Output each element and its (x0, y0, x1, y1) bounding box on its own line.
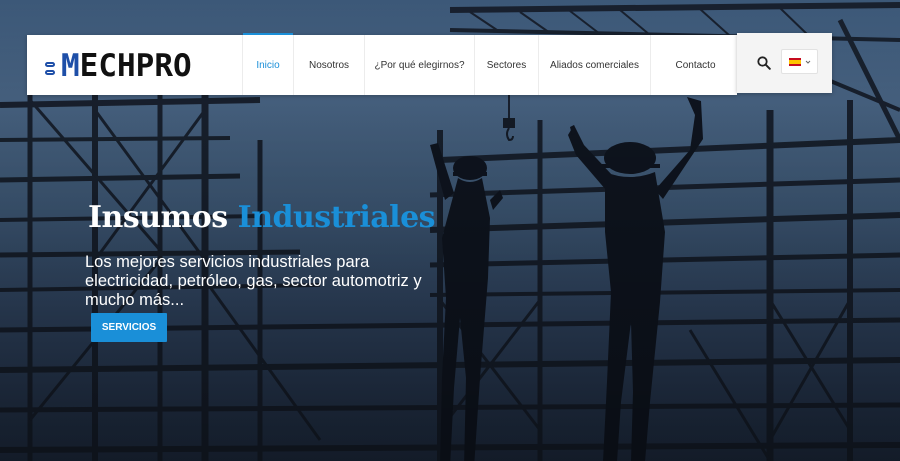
search-icon[interactable] (757, 56, 771, 70)
logo-wordmark: MECHPRO (61, 48, 192, 84)
nav-item-nosotros[interactable]: Nosotros (293, 35, 364, 95)
language-selector[interactable] (781, 49, 818, 74)
main-nav: Inicio Nosotros ¿Por qué elegirnos? Sect… (242, 33, 740, 95)
hero-subtitle: Los mejores servicios industriales para … (85, 253, 422, 309)
spain-flag-icon (788, 57, 801, 66)
mechpro-logo[interactable]: MECHPRO (45, 48, 192, 84)
hero-title: Insumos Industriales (88, 200, 436, 235)
nav-item-inicio[interactable]: Inicio (242, 33, 293, 95)
servicios-button[interactable]: SERVICIOS (91, 313, 167, 342)
logo-links-icon (45, 52, 59, 80)
nav-item-aliados-comerciales[interactable]: Aliados comerciales (538, 35, 650, 95)
chevron-down-icon (805, 60, 810, 64)
nav-item-sectores[interactable]: Sectores (474, 35, 538, 95)
nav-item-por-que-elegirnos[interactable]: ¿Por qué elegirnos? (364, 35, 474, 95)
nav-item-contacto[interactable]: Contacto (650, 35, 740, 95)
